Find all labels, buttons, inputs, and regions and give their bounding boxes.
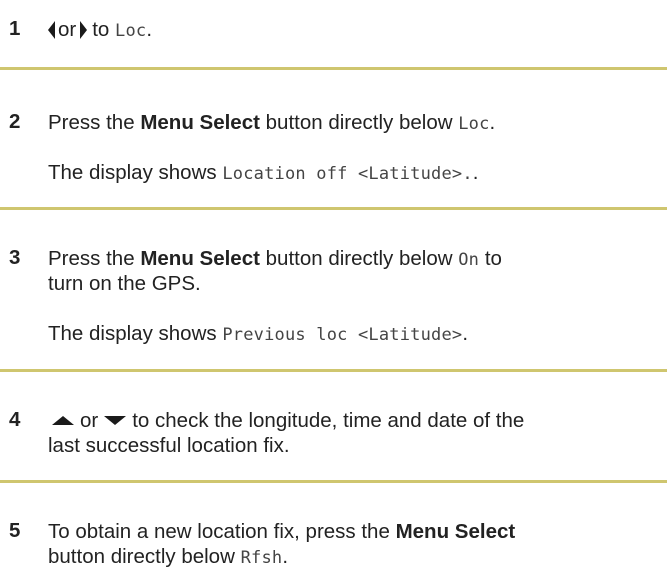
text: Press the	[48, 111, 135, 134]
text: button directly below	[265, 247, 453, 270]
step-number: 2	[9, 110, 21, 133]
button-name: Menu Select	[140, 111, 260, 134]
step-text: or to Loc.	[48, 18, 152, 43]
display-code: Loc	[115, 21, 147, 41]
instruction-page: 1 or to Loc. 2 Press the Menu Select butt…	[0, 0, 667, 568]
display-code: Rfsh	[240, 548, 283, 568]
step-divider	[0, 67, 667, 70]
step-number: 1	[9, 17, 21, 40]
step-text-line2: button directly below Rfsh.	[48, 545, 288, 570]
step-text: Press the Menu Select button directly be…	[48, 111, 495, 136]
up-arrow-icon	[52, 416, 74, 426]
display-code: Location off <Latitude>.	[222, 164, 473, 184]
display-code: On	[458, 250, 480, 270]
step-number: 3	[9, 246, 21, 269]
right-arrow-icon	[80, 20, 88, 39]
button-name: Menu Select	[395, 520, 516, 543]
step-text: Press the Menu Select button directly be…	[48, 247, 502, 272]
period: .	[462, 322, 469, 345]
period: .	[282, 545, 289, 568]
step-result: The display shows Previous loc <Latitude…	[48, 322, 468, 347]
display-code: Previous loc <Latitude>	[222, 325, 463, 345]
button-name: Menu Select	[140, 247, 260, 270]
to-text: to	[92, 18, 110, 41]
text: The display shows	[48, 161, 217, 184]
step-result: The display shows Location off <Latitude…	[48, 161, 478, 186]
left-arrow-icon	[48, 20, 55, 39]
step-number: 4	[9, 408, 21, 431]
step-divider	[0, 369, 667, 372]
period: .	[489, 111, 496, 134]
period: .	[472, 161, 479, 184]
or-text: or	[80, 409, 99, 432]
step-text-line2: last successful location fix.	[48, 434, 290, 457]
step-text: To obtain a new location fix, press the …	[48, 520, 515, 544]
step-divider	[0, 480, 667, 483]
step-text: or to check the longitude, time and date …	[48, 409, 524, 433]
text: to check the longitude, time and date of…	[132, 409, 525, 432]
text: To obtain a new location fix, press the	[48, 520, 390, 543]
step-text-line2: turn on the GPS.	[48, 272, 201, 295]
down-arrow-icon	[104, 416, 127, 426]
or-text: or	[58, 18, 77, 41]
text: The display shows	[48, 322, 217, 345]
period: .	[146, 18, 153, 41]
step-number: 5	[9, 519, 21, 542]
step-divider	[0, 207, 667, 210]
display-code: Loc	[458, 114, 490, 134]
text: button directly below	[265, 111, 453, 134]
text: to	[484, 247, 502, 270]
text: Press the	[48, 247, 135, 270]
text: button directly below	[48, 545, 235, 568]
